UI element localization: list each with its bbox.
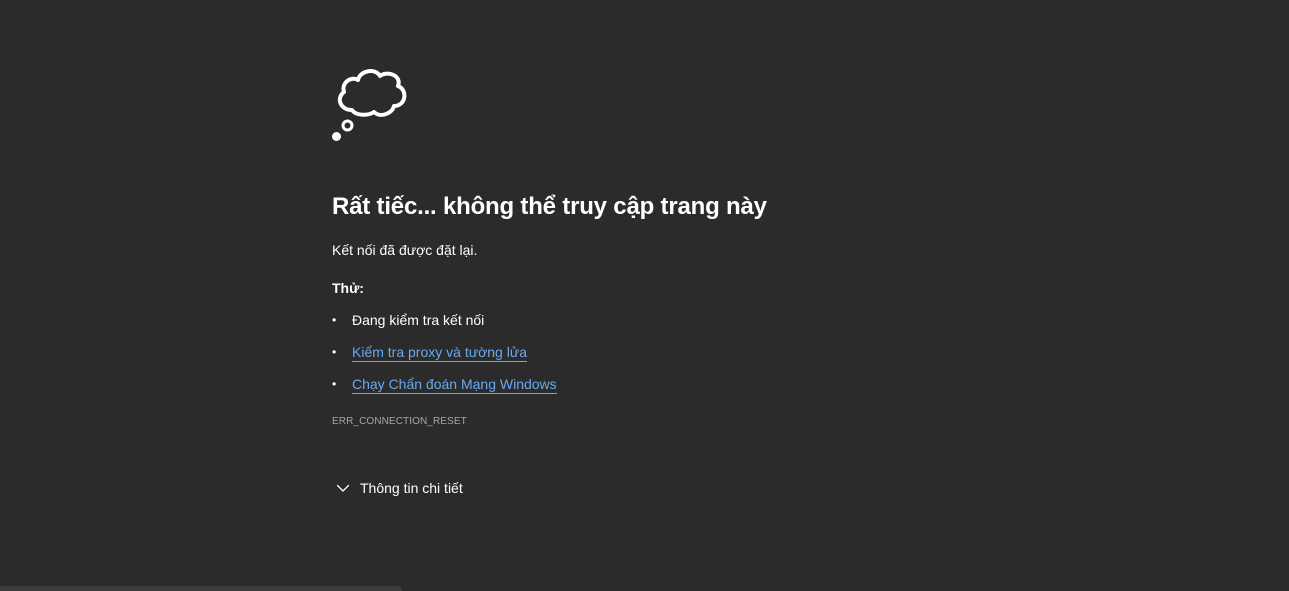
error-subtitle: Kết nối đã được đặt lại.: [332, 242, 478, 258]
bullet-icon: •: [332, 377, 337, 391]
horizontal-scrollbar[interactable]: [0, 586, 402, 591]
suggestion-text: Đang kiểm tra kết nối: [352, 312, 485, 328]
chevron-down-icon: [336, 484, 350, 492]
bullet-icon: •: [332, 345, 337, 359]
check-proxy-firewall-link[interactable]: Kiểm tra proxy và tường lửa: [352, 344, 527, 362]
windows-network-diagnostics-link[interactable]: Chạy Chẩn đoán Mạng Windows: [352, 376, 557, 394]
suggestion-item-network-diagnostics: • Chạy Chẩn đoán Mạng Windows: [332, 375, 972, 407]
thought-cloud-icon: [332, 69, 407, 141]
suggestion-list: • Đang kiểm tra kết nối • Kiểm tra proxy…: [332, 311, 972, 407]
error-page: Rất tiếc... không thể truy cập trang này…: [0, 0, 1289, 591]
details-toggle-button[interactable]: Thông tin chi tiết: [332, 479, 463, 497]
try-label: Thử:: [332, 280, 364, 296]
error-content: Rất tiếc... không thể truy cập trang này…: [332, 66, 972, 497]
error-title: Rất tiếc... không thể truy cập trang này: [332, 193, 767, 220]
details-label: Thông tin chi tiết: [360, 480, 463, 496]
suggestion-item-check-connection: • Đang kiểm tra kết nối: [332, 311, 972, 343]
error-code: ERR_CONNECTION_RESET: [332, 416, 467, 427]
bullet-icon: •: [332, 313, 337, 327]
suggestion-item-check-proxy: • Kiểm tra proxy và tường lửa: [332, 343, 972, 375]
